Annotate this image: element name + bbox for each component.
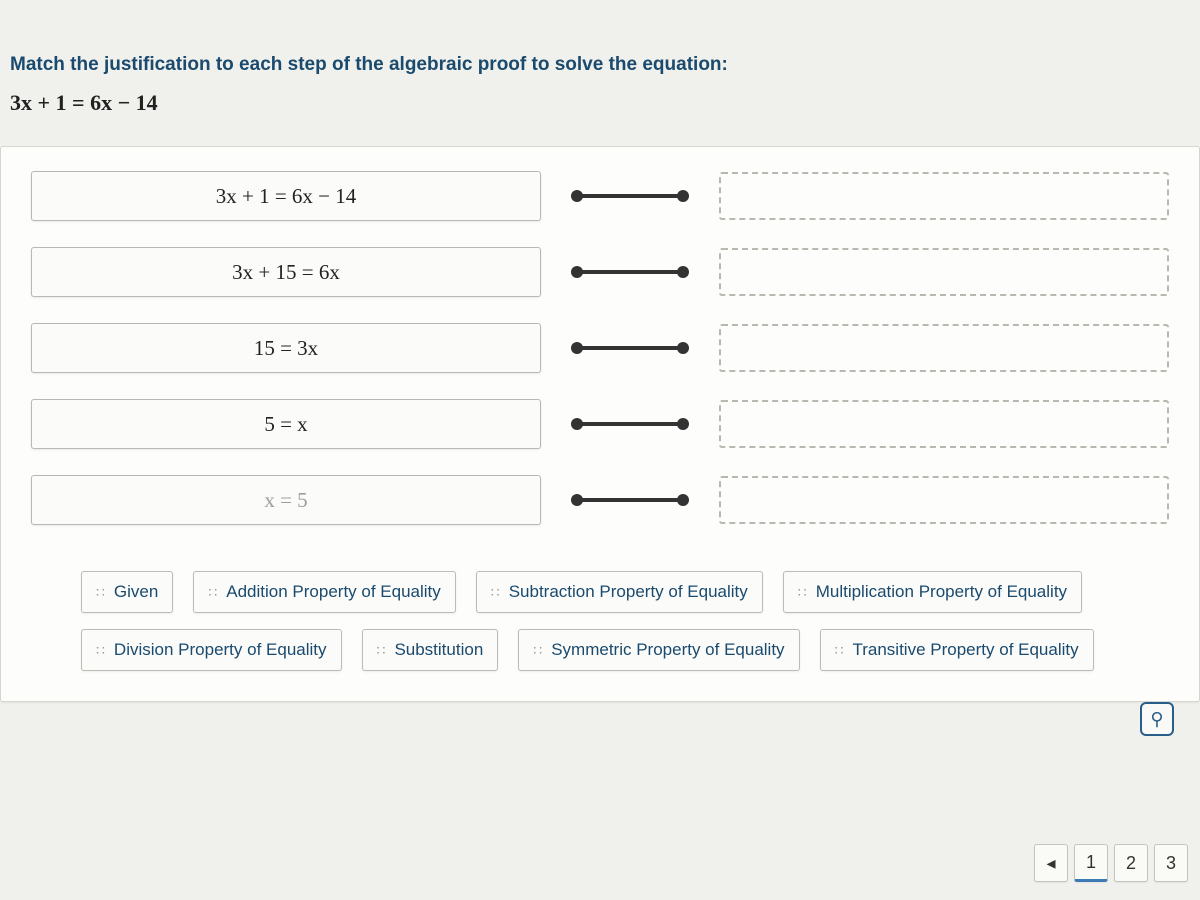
justification-drop-zone[interactable]: [719, 400, 1169, 448]
choice-label: Multiplication Property of Equality: [816, 582, 1067, 602]
step-box: 3x + 15 = 6x: [31, 247, 541, 297]
step-box: x = 5: [31, 475, 541, 525]
choice-label: Transitive Property of Equality: [852, 640, 1078, 660]
proof-row: 15 = 3x: [31, 323, 1169, 373]
grip-icon: ∷: [798, 589, 806, 596]
grip-icon: ∷: [533, 647, 541, 654]
connector-icon: [575, 270, 685, 274]
justification-drop-zone[interactable]: [719, 248, 1169, 296]
step-box: 15 = 3x: [31, 323, 541, 373]
connector-icon: [575, 498, 685, 502]
justification-drop-zone[interactable]: [719, 172, 1169, 220]
proof-row: 3x + 15 = 6x: [31, 247, 1169, 297]
choice-label: Substitution: [394, 640, 483, 660]
proof-row: x = 5: [31, 475, 1169, 525]
question-prompt: Match the justification to each step of …: [10, 54, 1190, 76]
grip-icon: ∷: [208, 589, 216, 596]
choice-label: Given: [114, 582, 158, 602]
choice-label: Symmetric Property of Equality: [551, 640, 784, 660]
pager-page-3[interactable]: 3: [1154, 844, 1188, 882]
connector-icon: [575, 422, 685, 426]
answer-choice-bank: ∷ Given ∷ Addition Property of Equality …: [31, 571, 1161, 671]
justification-drop-zone[interactable]: [719, 476, 1169, 524]
step-box: 3x + 1 = 6x − 14: [31, 171, 541, 221]
grip-icon: ∷: [377, 647, 385, 654]
grip-icon: ∷: [491, 589, 499, 596]
connector-icon: [575, 194, 685, 198]
choice-label: Division Property of Equality: [114, 640, 327, 660]
proof-row: 5 = x: [31, 399, 1169, 449]
connector-icon: [575, 346, 685, 350]
step-box: 5 = x: [31, 399, 541, 449]
choice-chip-given[interactable]: ∷ Given: [81, 571, 173, 613]
choice-chip-division[interactable]: ∷ Division Property of Equality: [81, 629, 342, 671]
proof-row: 3x + 1 = 6x − 14: [31, 171, 1169, 221]
choice-chip-subtraction[interactable]: ∷ Subtraction Property of Equality: [476, 571, 763, 613]
accessibility-icon[interactable]: ⚲: [1140, 702, 1174, 736]
choice-chip-multiplication[interactable]: ∷ Multiplication Property of Equality: [783, 571, 1082, 613]
pager-prev-button[interactable]: ◂: [1034, 844, 1068, 882]
pager-page-1[interactable]: 1: [1074, 844, 1108, 882]
choice-chip-substitution[interactable]: ∷ Substitution: [362, 629, 499, 671]
choice-label: Subtraction Property of Equality: [509, 582, 748, 602]
given-equation: 3x + 1 = 6x − 14: [10, 90, 1190, 116]
grip-icon: ∷: [96, 647, 104, 654]
choice-label: Addition Property of Equality: [226, 582, 441, 602]
choice-chip-transitive[interactable]: ∷ Transitive Property of Equality: [820, 629, 1094, 671]
justification-drop-zone[interactable]: [719, 324, 1169, 372]
choice-chip-symmetric[interactable]: ∷ Symmetric Property of Equality: [518, 629, 799, 671]
grip-icon: ∷: [835, 647, 843, 654]
grip-icon: ∷: [96, 589, 104, 596]
pager-page-2[interactable]: 2: [1114, 844, 1148, 882]
choice-chip-addition[interactable]: ∷ Addition Property of Equality: [193, 571, 455, 613]
pager: ◂ 1 2 3: [1034, 844, 1188, 882]
proof-rows: 3x + 1 = 6x − 14 3x + 15 = 6x 15 = 3x 5 …: [31, 171, 1169, 525]
proof-card: 3x + 1 = 6x − 14 3x + 15 = 6x 15 = 3x 5 …: [0, 146, 1200, 702]
